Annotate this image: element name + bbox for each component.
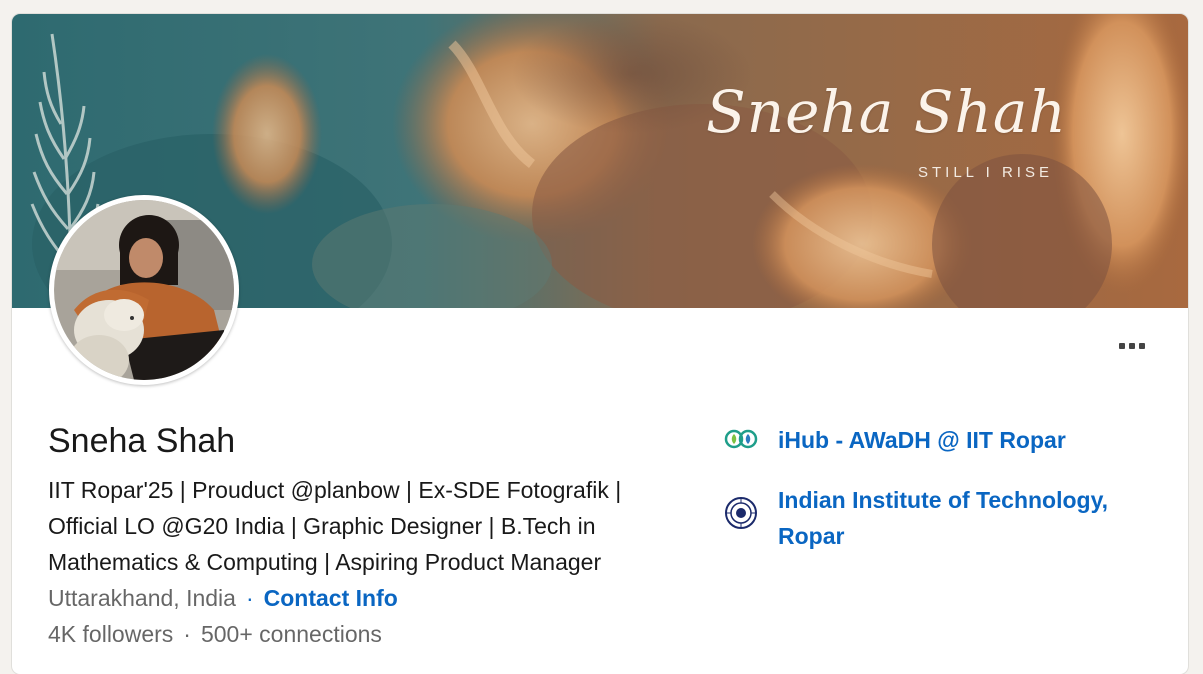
profile-location: Uttarakhand, India: [48, 585, 236, 611]
banner-signature: Sneha Shah: [706, 78, 1067, 146]
banner-tagline: STILL I RISE: [918, 164, 1053, 181]
profile-name: Sneha Shah: [48, 422, 236, 460]
profile-photo[interactable]: [49, 195, 239, 385]
profile-headline: IIT Ropar'25 | Prouduct @planbow | Ex-SD…: [48, 477, 622, 575]
contact-info-link[interactable]: Contact Info: [264, 585, 398, 611]
location-line: Uttarakhand, India · Contact Info: [48, 582, 398, 614]
profile-card: Sneha Shah STILL I RISE Sneha Shah IIT R…: [12, 14, 1188, 674]
iit-ropar-logo-icon: [725, 497, 757, 529]
separator-dot: ·: [245, 585, 254, 611]
experience-ihub-label: iHub - AWaDH @ IIT Ropar: [778, 427, 1066, 453]
experience-item-ihub[interactable]: iHub - AWaDH @ IIT Ropar: [724, 422, 1158, 458]
separator-dot: ·: [183, 621, 191, 647]
experience-iit-ropar-label: Indian Institute of Technology, Ropar: [778, 487, 1109, 549]
experience-item-iit-ropar[interactable]: Indian Institute of Technology, Ropar: [724, 482, 1158, 554]
network-stats: 4K followers · 500+ connections: [48, 618, 382, 650]
more-horizontal-icon: [1119, 343, 1145, 349]
followers-count[interactable]: 4K followers: [48, 621, 173, 647]
connections-count[interactable]: 500+ connections: [201, 621, 382, 647]
more-actions-button[interactable]: [1108, 330, 1156, 362]
ihub-awadh-logo-icon: [724, 429, 758, 449]
avatar-image: [54, 200, 234, 380]
